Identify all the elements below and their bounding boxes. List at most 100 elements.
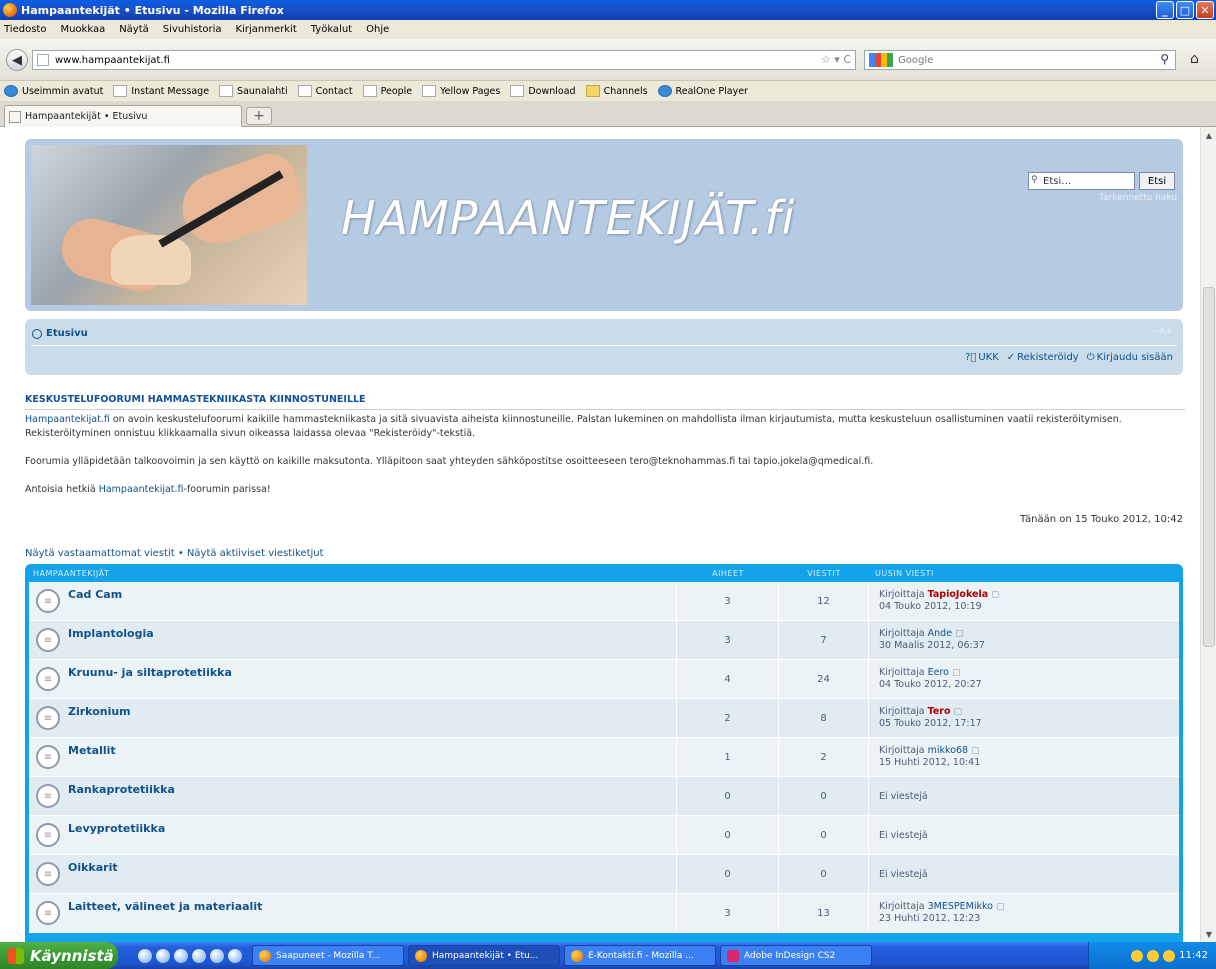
forum-title-link[interactable]: Oikkarit xyxy=(68,861,118,874)
menu-history[interactable]: Sivuhistoria xyxy=(163,24,222,35)
menu-bookmarks[interactable]: Kirjanmerkit xyxy=(236,24,297,35)
menu-view[interactable]: Näytä xyxy=(119,24,149,35)
breadcrumb-home[interactable]: Etusivu xyxy=(32,328,88,339)
forum-title-link[interactable]: Cad Cam xyxy=(68,588,122,601)
tray-icon[interactable] xyxy=(1163,949,1176,962)
last-post-author[interactable]: 3MESPEMikko xyxy=(928,901,993,912)
site-link[interactable]: Hampaantekijat.fi xyxy=(99,484,184,495)
last-post-date: 05 Touko 2012, 17:17 xyxy=(879,718,982,729)
question-icon: ?⃝ xyxy=(965,352,977,363)
bookmark-download[interactable]: Download xyxy=(510,85,576,97)
vertical-scrollbar[interactable]: ▲ ▼ xyxy=(1200,127,1216,942)
forum-row: ≡ Rankaprotetiikka 0 0 Ei viestejä xyxy=(29,777,1179,816)
bookmark-contact[interactable]: Contact xyxy=(297,85,353,97)
bookmark-realone-player[interactable]: RealOne Player xyxy=(657,85,748,97)
forum-title-link[interactable]: Metallit xyxy=(68,744,116,757)
view-latest-post-icon[interactable]: ▢ xyxy=(996,902,1005,912)
forum-cell: ≡ Laitteet, välineet ja materiaalit xyxy=(29,894,677,932)
address-bar[interactable]: ☆ ▾ C xyxy=(32,50,856,70)
forum-title-link[interactable]: Rankaprotetiikka xyxy=(68,783,175,796)
scroll-up-icon[interactable]: ▲ xyxy=(1201,127,1216,143)
last-post-author[interactable]: mikko68 xyxy=(928,745,968,756)
search-magnifier-icon[interactable]: ⚲ xyxy=(1160,52,1169,66)
tray-icon[interactable] xyxy=(1131,949,1144,962)
view-latest-post-icon[interactable]: ▢ xyxy=(954,707,963,717)
bookmark-people[interactable]: People xyxy=(362,85,412,97)
google-icon[interactable] xyxy=(869,53,893,67)
quick-launch-icon[interactable] xyxy=(228,948,242,963)
window-titlebar: Hampaantekijät • Etusivu - Mozilla Firef… xyxy=(0,0,1216,20)
font-resize-icon[interactable]: −A+ xyxy=(1152,327,1173,337)
quick-links[interactable]: Näytä vastaamattomat viestit • Näytä akt… xyxy=(25,548,324,559)
last-post: Kirjoittaja Eero ▢ 04 Touko 2012, 20:27 xyxy=(879,667,982,690)
search-bar[interactable]: ⚲ xyxy=(864,50,1176,70)
forum-search-button[interactable]: Etsi xyxy=(1139,172,1175,190)
quick-launch-icon[interactable] xyxy=(192,948,206,963)
forum-title-link[interactable]: Kruunu- ja siltaprotetiikka xyxy=(68,666,232,679)
menu-help[interactable]: Ohje xyxy=(366,24,389,35)
faq-link[interactable]: ?⃝ UKK xyxy=(965,352,999,363)
forum-title-link[interactable]: Laitteet, välineet ja materiaalit xyxy=(68,900,262,913)
bookmark-instant-message[interactable]: Instant Message xyxy=(113,85,209,97)
site-identity-icon[interactable] xyxy=(37,54,49,66)
bookmark-yellow-pages[interactable]: Yellow Pages xyxy=(422,85,500,97)
tray-icon[interactable] xyxy=(1147,949,1160,962)
indesign-icon xyxy=(727,949,739,962)
topic-count: 2 xyxy=(677,699,779,737)
forum-read-icon: ≡ xyxy=(36,706,60,730)
last-post-author[interactable]: TapioJokela xyxy=(928,589,988,600)
post-count: 13 xyxy=(779,894,869,932)
taskbar-task[interactable]: Saapuneet - Mozilla T... xyxy=(252,945,404,966)
home-icon[interactable]: ⌂ xyxy=(1190,51,1199,67)
quick-launch-icon[interactable] xyxy=(138,948,152,963)
view-latest-post-icon[interactable]: ▢ xyxy=(971,746,980,756)
maximize-button[interactable]: □ xyxy=(1176,1,1194,19)
close-button[interactable]: ✕ xyxy=(1196,1,1214,19)
view-latest-post-icon[interactable]: ▢ xyxy=(952,668,961,678)
firefox-icon xyxy=(571,949,583,962)
start-button[interactable]: Käynnistä xyxy=(0,942,118,969)
view-latest-post-icon[interactable]: ▢ xyxy=(955,629,964,639)
menu-tools[interactable]: Työkalut xyxy=(311,24,352,35)
scroll-down-icon[interactable]: ▼ xyxy=(1201,926,1216,942)
forum-search-input[interactable] xyxy=(1028,172,1135,190)
scroll-thumb[interactable] xyxy=(1203,287,1215,647)
menu-file[interactable]: Tiedosto xyxy=(4,24,46,35)
taskbar-task[interactable]: E-Kontakti.fi - Mozilla ... xyxy=(564,945,716,966)
register-link[interactable]: ✓ Rekisteröidy xyxy=(1007,352,1079,363)
quick-launch-icon[interactable] xyxy=(174,948,188,963)
last-post-author[interactable]: Ande xyxy=(928,628,952,639)
header-photo xyxy=(31,145,307,305)
last-post-author[interactable]: Eero xyxy=(928,667,949,678)
advanced-search-link[interactable]: Tarkennettu haku xyxy=(1099,193,1177,203)
search-input[interactable] xyxy=(898,54,1148,66)
minimize-button[interactable]: _ xyxy=(1156,1,1174,19)
tab-hampaantekijat[interactable]: Hampaantekijät • Etusivu xyxy=(4,105,242,127)
forum-read-icon: ≡ xyxy=(36,823,60,847)
site-logo[interactable]: HAMPAANTEKIJÄT.fi xyxy=(341,191,795,245)
bookmark-saunalahti[interactable]: Saunalahti xyxy=(219,85,288,97)
bookmark-most-visited[interactable]: Useimmin avatut xyxy=(4,85,103,97)
bookmark-channels[interactable]: Channels xyxy=(585,85,648,97)
user-links: ?⃝ UKK ✓ Rekisteröidy ⏻ Kirjaudu sisään xyxy=(965,352,1173,363)
taskbar-task[interactable]: Adobe InDesign CS2 xyxy=(720,945,872,966)
url-input[interactable] xyxy=(55,54,755,66)
intro-paragraph-1: Hampaantekijat.fi on avoin keskustelufoo… xyxy=(25,414,1122,439)
quick-launch-icon[interactable] xyxy=(210,948,224,963)
site-link[interactable]: Hampaantekijat.fi xyxy=(25,414,110,425)
login-link[interactable]: ⏻ Kirjaudu sisään xyxy=(1087,352,1173,363)
post-count: 0 xyxy=(779,777,869,815)
system-tray: 11:42 xyxy=(1088,942,1216,969)
check-icon: ✓ xyxy=(1006,352,1016,363)
back-button[interactable]: ◀ xyxy=(6,49,28,71)
url-actions[interactable]: ☆ ▾ C xyxy=(821,53,851,66)
new-tab-button[interactable]: + xyxy=(246,107,272,125)
view-latest-post-icon[interactable]: ▢ xyxy=(991,590,1000,600)
last-post-author[interactable]: Tero xyxy=(928,706,951,717)
forum-title-link[interactable]: Zirkonium xyxy=(68,705,131,718)
taskbar-task[interactable]: Hampaantekijät • Etu... xyxy=(408,945,560,966)
menu-edit[interactable]: Muokkaa xyxy=(60,24,105,35)
forum-title-link[interactable]: Implantologia xyxy=(68,627,154,640)
quick-launch-icon[interactable] xyxy=(156,948,170,963)
forum-title-link[interactable]: Levyprotetiikka xyxy=(68,822,165,835)
